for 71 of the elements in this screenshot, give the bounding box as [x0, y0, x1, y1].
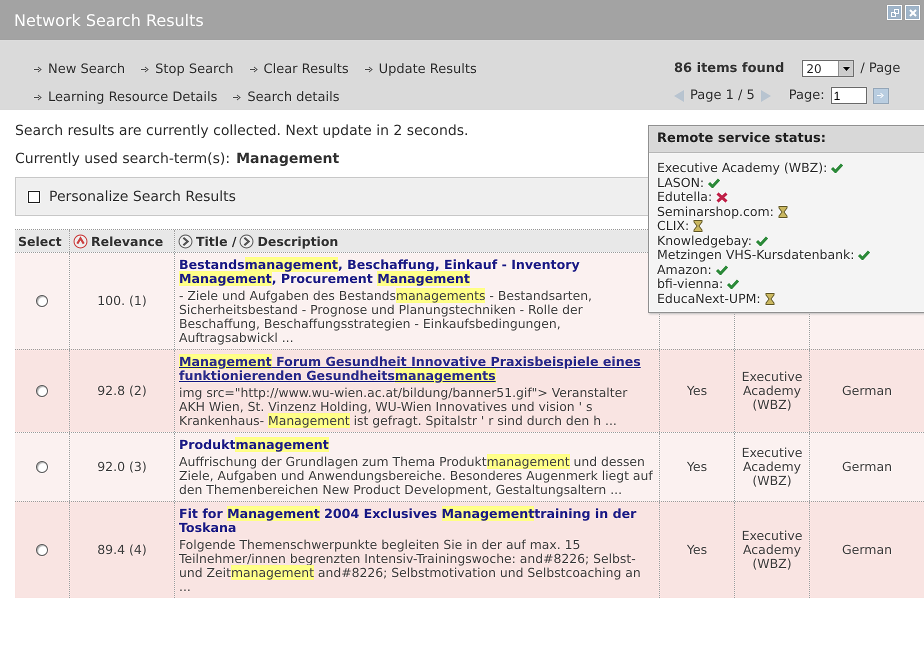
service-name: Metzingen VHS-Kursdatenbank: [657, 248, 854, 262]
result-title[interactable]: Produktmanagement [179, 438, 655, 452]
result-description: Folgende Themenschwerpunkte begleiten Sie in der auf max. 15 Teilnehmer/innen begrenzten Intensiv-Trainingswoche: and#8226; Selbst- und Zeitmanagement and#8226; Selbstmotivation und Selbstcoaching an ... [179, 538, 642, 594]
column-header[interactable]: Description [257, 234, 338, 248]
column-header[interactable]: Title / [196, 234, 236, 248]
provider: Executive Academy (WBZ) [740, 370, 804, 412]
toolbar-link[interactable]: Clear Results [250, 62, 349, 77]
page-input[interactable]: 1 [830, 87, 867, 104]
personalize-checkbox[interactable] [28, 190, 40, 202]
arrow-icon [141, 66, 150, 73]
result-title[interactable]: Management Forum Gesundheit Innovative Praxisbeispiele eines funktionierenden Gesundheitsmanagements [179, 355, 655, 383]
service-name: Edutella: [657, 190, 712, 204]
arrow-icon [876, 92, 885, 99]
service-name: Knowledgebay: [657, 234, 752, 248]
toolbar-link[interactable]: Learning Resource Details [34, 90, 218, 105]
column-header[interactable]: Relevance [91, 234, 164, 248]
search-term: Management [236, 151, 340, 167]
tooltip-title: Remote service status: [649, 126, 924, 153]
select-radio[interactable] [36, 385, 48, 397]
page-label: Page: [788, 88, 825, 103]
personalize-label: Personalize Search Results [49, 188, 236, 204]
service-name: bfi-vienna: [657, 277, 724, 292]
toolbar-link[interactable]: Update Results [364, 62, 477, 77]
select-radio[interactable] [36, 461, 48, 473]
column-header: Select [18, 234, 62, 248]
result-description: Auffrischung der Grundlagen zum Thema Produktmanagement und dessen Ziele, Aufgaben und Anwendungsbereiche. Besonderes Augenmerk liegt auf den Themenbereichen New Product Development, Gestaltungsaltern ... [179, 455, 654, 497]
relevance: 92.0 (3) [97, 460, 147, 474]
service-name: CLIX: [657, 219, 690, 234]
toolbar-link[interactable]: Search details [233, 90, 340, 105]
toolbar-link[interactable]: New Search [34, 62, 126, 77]
sort-up-icon[interactable] [73, 234, 88, 248]
availability: Yes [686, 384, 708, 398]
availability: Yes [686, 543, 708, 557]
dropdown-icon[interactable] [842, 66, 850, 70]
service-name: Executive Academy (WBZ): [657, 161, 828, 176]
language: German [842, 384, 892, 398]
page-size-select[interactable]: 20 [802, 60, 854, 77]
provider: Executive Academy (WBZ) [740, 529, 804, 571]
availability: Yes [686, 460, 708, 474]
page-info: Page 1 / 5 [690, 88, 755, 103]
arrow-icon [34, 66, 43, 73]
arrow-icon [250, 66, 259, 73]
service-name: Amazon: [657, 262, 712, 277]
provider: Executive Academy (WBZ) [740, 446, 804, 488]
service-name: Seminarshop.com: [657, 204, 774, 219]
close-icon [908, 8, 916, 16]
relevance: 100. (1) [97, 294, 147, 308]
service-name: EducaNext-UPM: [657, 292, 761, 306]
search-term-label: Currently used search-term(s): [15, 151, 230, 167]
language: German [842, 460, 892, 474]
select-radio[interactable] [36, 295, 48, 307]
arrow-icon [34, 94, 43, 101]
select-radio[interactable] [36, 544, 48, 556]
restore-icon [890, 8, 898, 16]
arrow-icon [364, 66, 374, 73]
result-title[interactable]: Bestandsmanagement, Beschaffung, Einkauf - Inventory Management, Procurement Management [179, 258, 655, 286]
arrow-icon [233, 94, 242, 101]
result-description: - Ziele und Aufgaben des Bestandsmanagements - Bestandsarten, Sicherheitsbestand - Prognose und Planungstechniken - Rolle der Beschaffung, Beschaffungsstrategien - Einkaufsbedingungen, Auftragsabwickl ... [179, 289, 593, 345]
per-page-label: / Page [860, 61, 900, 76]
relevance: 89.4 (4) [97, 543, 147, 557]
language: German [842, 543, 892, 557]
sort-icon[interactable] [239, 234, 254, 248]
service-name: LASON: [657, 176, 704, 190]
window-title: Network Search Results [14, 10, 204, 30]
sort-icon[interactable] [178, 234, 193, 248]
relevance: 92.8 (2) [97, 384, 147, 398]
items-found: 86 items found [674, 61, 784, 76]
toolbar-link[interactable]: Stop Search [141, 62, 234, 77]
result-title[interactable]: Fit for Management 2004 Exclusives Managementtraining in der Toskana [179, 507, 655, 535]
result-description: img src="http://www.wu-wien.ac.at/bildung/banner51.gif"> Veranstalter AKH Wien, St. Vinzenz Holding, WU-Wien Innovatives und vision ' s Krankenhaus- Management ist gefragt. Spitalstr ' r sind durch den h ... [179, 386, 628, 428]
status-message: Search results are currently collected. Next update in 2 seconds. [15, 123, 468, 139]
